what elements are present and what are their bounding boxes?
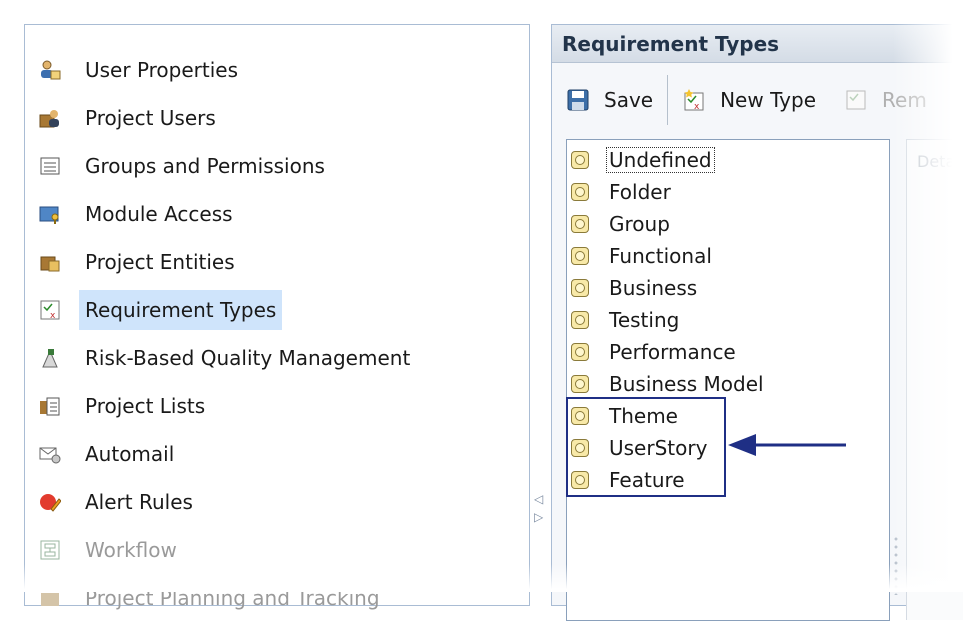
nav-item-requirement-types[interactable]: x Requirement Types (39, 287, 283, 333)
new-type-icon: x (682, 88, 706, 112)
expand-right-icon[interactable]: ▷ (534, 508, 544, 526)
module-access-icon (39, 203, 61, 225)
list-item-testing[interactable]: Testing (571, 304, 681, 336)
svg-text:x: x (694, 102, 700, 112)
requirement-type-icon (571, 247, 589, 265)
requirement-type-icon (571, 311, 589, 329)
details-pane: Deta (906, 139, 963, 620)
automail-icon (39, 443, 61, 465)
type-label: Business Model (609, 372, 764, 396)
alert-rules-icon (39, 491, 62, 513)
requirement-type-icon (571, 439, 589, 457)
requirement-types-icon: x (39, 299, 61, 321)
nav-item-label: Project Planning and Tracking (85, 586, 380, 610)
list-item-theme[interactable]: Theme (571, 400, 680, 432)
list-item-functional[interactable]: Functional (571, 240, 714, 272)
save-icon (566, 88, 590, 112)
list-item-userstory[interactable]: UserStory (571, 432, 709, 464)
save-button[interactable]: Save (552, 77, 667, 123)
type-label: Group (609, 212, 670, 236)
type-label: Folder (609, 180, 671, 204)
list-item-group[interactable]: Group (571, 208, 672, 240)
type-label: UserStory (609, 436, 708, 460)
nav-item-label: User Properties (85, 58, 239, 82)
nav-item-project-planning[interactable]: Project Planning and Tracking (39, 575, 386, 621)
nav-item-label: Requirement Types (79, 290, 283, 330)
resize-grip[interactable] (893, 535, 899, 595)
requirement-type-icon (571, 407, 589, 425)
groups-permissions-icon (39, 155, 61, 177)
requirement-type-icon (571, 151, 589, 169)
nav-item-label: Automail (85, 442, 175, 466)
requirement-type-icon (571, 215, 589, 233)
remove-type-icon (844, 88, 868, 112)
requirement-types-panel: Requirement Types Save x New Type Rem Un… (551, 24, 963, 621)
save-label: Save (604, 88, 654, 112)
nav-item-project-entities[interactable]: Project Entities (39, 239, 241, 285)
nav-item-label: Module Access (85, 202, 233, 226)
remove-type-button[interactable]: Rem (830, 77, 941, 123)
svg-text:x: x (50, 311, 56, 321)
project-users-icon (39, 107, 61, 129)
list-item-undefined[interactable]: Undefined (571, 144, 715, 176)
requirement-type-icon (571, 375, 589, 393)
requirement-type-icon (571, 183, 589, 201)
type-label: Undefined (606, 147, 715, 173)
collapse-left-icon[interactable]: ◁ (534, 490, 544, 508)
nav-item-label: Project Lists (85, 394, 206, 418)
type-label: Theme (609, 404, 678, 428)
annotation-arrow-icon (728, 434, 846, 456)
nav-item-label: Groups and Permissions (85, 154, 325, 178)
list-item-business[interactable]: Business (571, 272, 699, 304)
type-label: Functional (609, 244, 712, 268)
nav-item-project-users[interactable]: Project Users (39, 95, 222, 141)
requirement-type-icon (571, 279, 589, 297)
nav-item-alert-rules[interactable]: Alert Rules (39, 479, 199, 525)
type-label: Testing (609, 308, 680, 332)
nav-item-project-lists[interactable]: Project Lists (39, 383, 211, 429)
project-lists-icon (39, 395, 61, 417)
risk-quality-icon (39, 347, 61, 369)
nav-item-user-properties[interactable]: User Properties (39, 47, 244, 93)
new-type-label: New Type (720, 88, 817, 112)
list-item-folder[interactable]: Folder (571, 176, 673, 208)
toolbar: Save x New Type Rem (552, 75, 963, 125)
admin-nav-panel: User Properties Project Users Groups and… (24, 24, 530, 610)
nav-item-label: Project Users (85, 106, 216, 130)
type-label: Performance (609, 340, 736, 364)
project-planning-icon (39, 587, 61, 609)
requirement-type-icon (571, 343, 589, 361)
nav-item-label: Alert Rules (85, 490, 193, 514)
panel-splitter[interactable]: ◁ ▷ (534, 490, 544, 526)
user-properties-icon (39, 59, 61, 81)
nav-item-label: Project Entities (85, 250, 235, 274)
nav-item-groups-permissions[interactable]: Groups and Permissions (39, 143, 331, 189)
requirement-type-list[interactable]: Undefined Folder Group Functional Busine… (566, 139, 890, 621)
panel-title: Requirement Types (552, 25, 963, 63)
type-label: Feature (609, 468, 685, 492)
new-type-button[interactable]: x New Type (668, 77, 830, 123)
nav-item-module-access[interactable]: Module Access (39, 191, 239, 237)
nav-item-label: Workflow (85, 538, 177, 562)
details-label: Deta (917, 152, 956, 171)
list-item-performance[interactable]: Performance (571, 336, 738, 368)
nav-item-risk-quality[interactable]: Risk-Based Quality Management (39, 335, 416, 381)
nav-item-automail[interactable]: Automail (39, 431, 180, 477)
nav-item-workflow[interactable]: Workflow (39, 527, 183, 573)
nav-item-label: Risk-Based Quality Management (85, 346, 411, 370)
remove-type-label: Rem (882, 88, 927, 112)
project-entities-icon (39, 251, 61, 273)
requirement-type-icon (571, 471, 589, 489)
list-item-business-model[interactable]: Business Model (571, 368, 766, 400)
type-label: Business (609, 276, 698, 300)
list-item-feature[interactable]: Feature (571, 464, 687, 496)
workflow-icon (39, 539, 61, 561)
